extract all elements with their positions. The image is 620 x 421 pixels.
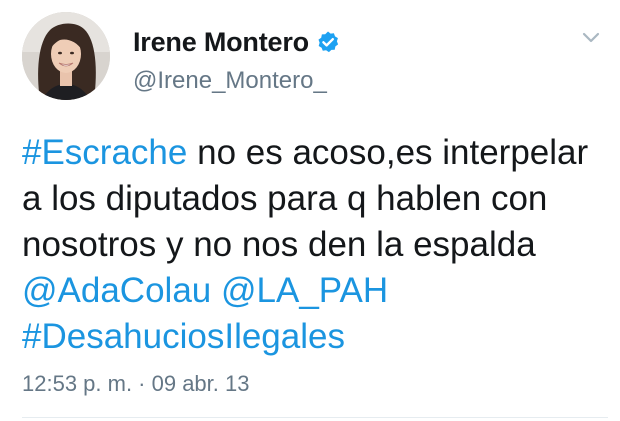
- mention-link[interactable]: @AdaColau: [22, 271, 211, 310]
- profile-photo: [22, 12, 110, 100]
- display-name[interactable]: Irene Montero: [133, 27, 309, 58]
- hashtag-link[interactable]: #DesahuciosIlegales: [22, 317, 345, 356]
- chevron-down-icon[interactable]: [578, 24, 604, 50]
- tweet-text-segment: [211, 271, 221, 310]
- verified-badge-icon: [316, 30, 340, 54]
- tweet-card: Irene Montero @Irene_Montero_ #Escrache …: [0, 0, 620, 421]
- tweet-text: #Escrache no es acoso,es interpelar a lo…: [22, 130, 607, 360]
- mention-link[interactable]: @LA_PAH: [221, 271, 388, 310]
- hashtag-link[interactable]: #Escrache: [22, 133, 187, 172]
- avatar[interactable]: [22, 12, 110, 100]
- divider: [22, 417, 608, 418]
- tweet-timestamp[interactable]: 12:53 p. m. · 09 abr. 13: [22, 371, 249, 397]
- author-handle[interactable]: @Irene_Montero_: [133, 67, 327, 95]
- author-name-row: Irene Montero: [133, 26, 340, 58]
